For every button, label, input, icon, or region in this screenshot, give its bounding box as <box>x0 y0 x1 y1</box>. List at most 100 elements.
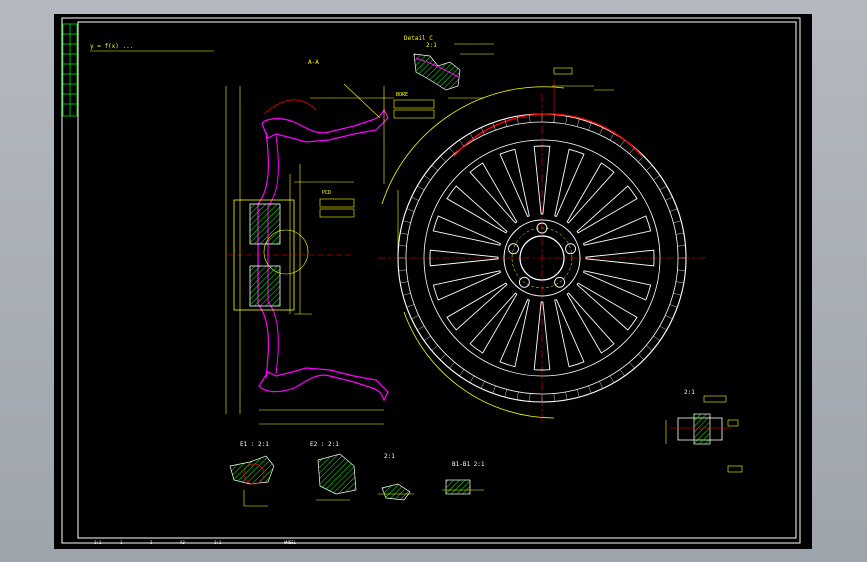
formula-text: y = f(x) ... <box>90 43 133 50</box>
wheel-front-view <box>378 67 706 422</box>
lug-hole <box>508 243 519 255</box>
rim-tick <box>675 281 684 284</box>
rim-tick <box>629 147 635 154</box>
rim-tick <box>577 118 580 127</box>
spoke-window <box>469 292 518 354</box>
hub-hatch-lower <box>249 265 281 307</box>
rim-tick <box>398 245 407 247</box>
rim-tick <box>406 208 415 212</box>
section-small: 2:1 <box>378 453 414 501</box>
rim-tick <box>659 185 667 191</box>
rim-tick <box>599 127 604 135</box>
section-e2: E2 : 2:1 <box>310 441 357 501</box>
section-e2-label: E2 : 2:1 <box>310 441 339 448</box>
rim-tick <box>402 220 411 223</box>
rim-tick <box>653 175 661 181</box>
rim-tick <box>516 391 519 400</box>
rim-tick <box>459 139 465 147</box>
rim-tick <box>565 116 568 125</box>
rim-tick <box>653 335 661 341</box>
hub-hatch-upper <box>249 203 281 245</box>
spoke-window <box>566 162 615 224</box>
spoke-window <box>554 299 585 368</box>
upper-flange-profile <box>261 108 389 143</box>
rim-tick <box>588 122 592 131</box>
rim-tick <box>665 196 673 201</box>
rim-tick <box>565 391 568 400</box>
note-bore: BORE <box>396 92 408 98</box>
drawing-sheet: y = f(x) ... A-A BORE PCD Detail C 2:1 E… <box>61 17 801 545</box>
spoke-window <box>469 162 518 224</box>
cad-drawing-viewport[interactable]: y = f(x) ... A-A BORE PCD Detail C 2:1 E… <box>54 14 812 549</box>
spoke-window <box>499 148 530 217</box>
spoke-window <box>446 282 508 331</box>
rim-tick <box>400 232 409 235</box>
detail-section-arc <box>453 113 643 157</box>
spoke-window <box>566 292 615 354</box>
rim-tick <box>553 393 555 402</box>
detail-c-label: Detail C <box>404 35 433 42</box>
rim-tick <box>406 304 415 308</box>
rim-tick <box>659 325 667 331</box>
rim-tick <box>646 345 653 351</box>
title-block: 1:1 1 2 A3 1:1 WHEEL <box>78 537 796 545</box>
rim-tick <box>398 269 407 271</box>
rim-tick <box>609 133 615 141</box>
section-e1-label: E1 : 2:1 <box>240 441 269 448</box>
title-cell-6: WHEEL <box>284 540 297 545</box>
section-b1: B1-B1 2:1 <box>442 461 485 495</box>
rim-tick <box>577 389 580 398</box>
rim-tick <box>423 335 431 341</box>
rim-tick <box>669 304 678 308</box>
rim-tick <box>417 325 425 331</box>
rim-tick <box>492 385 496 394</box>
rim-tick <box>431 165 438 171</box>
detail-right-label: 2:1 <box>684 389 695 396</box>
detail-c-scale: 2:1 <box>426 42 437 49</box>
lug-hole <box>554 276 566 288</box>
rim-tick <box>402 293 411 296</box>
detail-circle-upper <box>263 99 317 115</box>
title-cell-5: 1:1 <box>214 540 222 545</box>
rim-tick <box>411 315 419 320</box>
spoke-window <box>583 270 652 301</box>
rim-tick <box>431 345 438 351</box>
rim-tick <box>459 369 465 377</box>
rim-tick <box>504 118 507 127</box>
rim-tick <box>646 165 653 171</box>
rim-tick <box>449 362 455 369</box>
rim-tick <box>411 196 419 201</box>
spoke-window <box>583 215 652 246</box>
rim-tick <box>400 281 409 284</box>
application-window: y = f(x) ... A-A BORE PCD Detail C 2:1 E… <box>0 0 867 562</box>
spoke-window <box>576 282 638 331</box>
lug-hole <box>565 243 576 255</box>
rim-tick <box>440 354 446 360</box>
rim-tick <box>423 175 431 181</box>
rim-tick <box>673 293 682 296</box>
rim-tick <box>638 354 644 360</box>
rim-tick <box>677 245 686 247</box>
rim-section-view: A-A BORE PCD <box>225 59 435 425</box>
rim-tick <box>417 185 425 191</box>
rim-tick <box>638 156 644 162</box>
section-b1-label: B1-B1 2:1 <box>452 461 485 468</box>
rim-tick <box>619 369 625 377</box>
rim-tick <box>629 362 635 369</box>
title-cell-4: A3 <box>180 540 185 545</box>
spoke-window <box>554 148 585 217</box>
rim-tick <box>599 381 604 389</box>
section-e1: E1 : 2:1 <box>229 441 275 507</box>
rim-tick <box>665 315 673 320</box>
rim-tick <box>449 147 455 154</box>
note-pcd: PCD <box>322 190 331 196</box>
rim-tick <box>504 389 507 398</box>
spoke-window <box>432 215 501 246</box>
spoke-window <box>446 185 508 234</box>
lower-flange-profile <box>258 367 389 402</box>
rim-tick <box>677 269 686 271</box>
detail-right-view: 2:1 <box>665 389 743 473</box>
revision-table <box>62 23 78 117</box>
title-cell-1: 1:1 <box>94 540 102 545</box>
rim-tick <box>673 220 682 223</box>
